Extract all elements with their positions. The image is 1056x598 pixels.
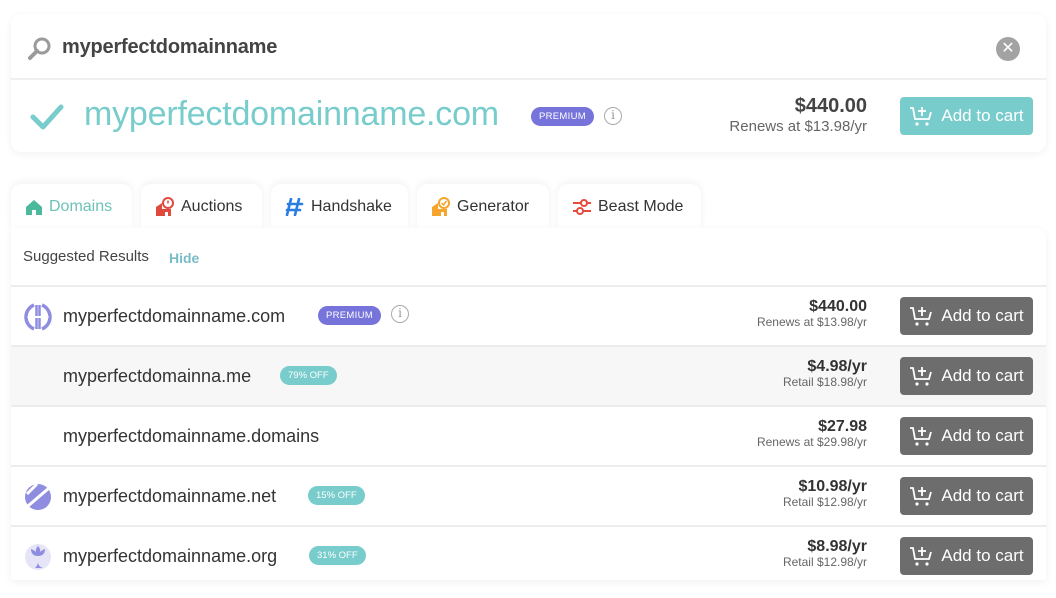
tab-label: Generator [457, 198, 530, 215]
checkmark-icon [30, 104, 64, 130]
domain-result-row: myperfectdomainname.org 31% OFF $8.98/yr… [11, 525, 1046, 585]
cart-add-icon [910, 547, 933, 566]
exact-match-price-block: $440.00 Renews at $13.98/yr [729, 95, 867, 135]
tab-handshake[interactable]: Handshake [271, 184, 408, 230]
add-to-cart-label: Add to cart [941, 306, 1024, 325]
domain-result-row: myperfectdomainname.com PREMIUM i $440.0… [11, 285, 1046, 345]
cart-add-icon [910, 107, 933, 126]
price-block: $27.98 Renews at $29.98/yr [757, 418, 867, 449]
clear-search-button[interactable]: ✕ [996, 37, 1020, 61]
hide-suggestions-link[interactable]: Hide [169, 250, 199, 266]
tab-auctions[interactable]: Auctions [141, 184, 262, 230]
generator-icon [432, 197, 450, 216]
add-to-cart-button[interactable]: Add to cart [900, 417, 1033, 455]
globe-icon [24, 303, 52, 331]
tab-beast-mode[interactable]: Beast Mode [558, 184, 701, 230]
add-to-cart-button[interactable]: Add to cart [900, 537, 1033, 575]
suggested-results-panel: Suggested Results Hide myperfectdomainna… [11, 228, 1046, 580]
close-icon: ✕ [1001, 40, 1015, 57]
add-to-cart-button[interactable]: Add to cart [900, 477, 1033, 515]
price-block: $4.98/yr Retail $18.98/yr [783, 358, 867, 389]
exact-match-result: myperfectdomainname.com PREMIUM i $440.0… [11, 82, 1046, 152]
tab-label: Handshake [311, 198, 392, 215]
tab-label: Auctions [181, 198, 243, 215]
handshake-icon [285, 198, 304, 216]
search-bar[interactable]: myperfectdomainname ✕ [11, 14, 1046, 80]
add-to-cart-label: Add to cart [941, 546, 1024, 565]
price-note: Renews at $13.98/yr [756, 315, 867, 329]
price: $27.98 [818, 418, 867, 435]
price-note: Retail $12.98/yr [782, 555, 867, 569]
tab-domains[interactable]: Domains [11, 184, 132, 230]
price-note: Retail $12.98/yr [782, 495, 867, 509]
discount-badge: 31% OFF [309, 546, 366, 565]
net-icon [25, 482, 51, 510]
search-card: myperfectdomainname ✕ myperfectdomainnam… [11, 14, 1046, 152]
price-block: $440.00 Renews at $13.98/yr [757, 298, 867, 329]
cart-add-icon [910, 427, 933, 446]
add-to-cart-button[interactable]: Add to cart [900, 357, 1033, 395]
add-to-cart-label: Add to cart [941, 106, 1024, 125]
auction-icon [156, 197, 174, 216]
domain-name[interactable]: myperfectdomainname.net [63, 486, 276, 507]
tab-label: Domains [49, 198, 113, 215]
price-note: Renews at $29.98/yr [756, 435, 867, 449]
exact-match-price: $440.00 [794, 95, 867, 117]
domain-result-row: myperfectdomainname.net 15% OFF $10.98/y… [11, 465, 1046, 525]
price-block: $8.98/yr Retail $12.98/yr [783, 538, 867, 569]
exact-match-add-to-cart-button[interactable]: Add to cart [900, 97, 1033, 135]
tab-label: Beast Mode [598, 198, 684, 215]
add-to-cart-button[interactable]: Add to cart [900, 297, 1033, 335]
org-icon [25, 544, 51, 570]
domain-result-row: myperfectdomainna.me 79% OFF $4.98/yr Re… [11, 345, 1046, 405]
domain-name[interactable]: myperfectdomainname.domains [63, 426, 319, 447]
search-icon [28, 37, 51, 60]
domain-name[interactable]: myperfectdomainname.com [63, 306, 285, 327]
price-note: Retail $18.98/yr [782, 375, 867, 389]
info-icon[interactable]: i [604, 107, 622, 125]
domain-result-row: myperfectdomainname.domains $27.98 Renew… [11, 405, 1046, 465]
cart-add-icon [910, 307, 933, 326]
price: $440.00 [809, 298, 867, 315]
tab-generator[interactable]: Generator [417, 184, 549, 230]
domain-name[interactable]: myperfectdomainna.me [63, 366, 251, 387]
exact-match-renewal: Renews at $13.98/yr [729, 118, 867, 135]
price: $8.98/yr [807, 538, 867, 555]
add-to-cart-label: Add to cart [941, 486, 1024, 505]
sliders-icon [573, 199, 591, 215]
premium-badge: PREMIUM [318, 306, 381, 325]
cart-add-icon [910, 367, 933, 386]
info-icon[interactable]: i [391, 305, 409, 323]
suggested-results-heading: Suggested Results [23, 248, 149, 265]
premium-badge: PREMIUM [531, 107, 594, 126]
discount-badge: 79% OFF [280, 366, 337, 385]
discount-badge: 15% OFF [308, 486, 365, 505]
exact-match-domain: myperfectdomainname.com [84, 95, 499, 133]
add-to-cart-label: Add to cart [941, 426, 1024, 445]
price: $10.98/yr [798, 478, 867, 495]
search-input[interactable]: myperfectdomainname [62, 36, 277, 59]
domain-name[interactable]: myperfectdomainname.org [63, 546, 277, 567]
cart-add-icon [910, 487, 933, 506]
price: $4.98/yr [807, 358, 867, 375]
suggested-results-list: myperfectdomainname.com PREMIUM i $440.0… [11, 285, 1046, 585]
add-to-cart-label: Add to cart [941, 366, 1024, 385]
home-icon [26, 199, 42, 215]
price-block: $10.98/yr Retail $12.98/yr [783, 478, 867, 509]
